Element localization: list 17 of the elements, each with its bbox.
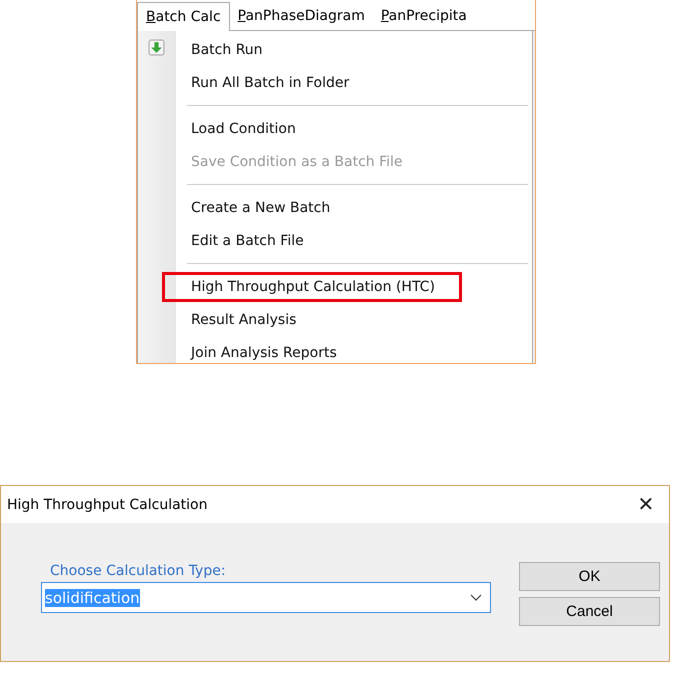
dialog-title: High Throughput Calculation bbox=[7, 496, 208, 512]
dialog-button[interactable]: Cancel bbox=[519, 597, 660, 626]
menu-item[interactable]: Batch Run bbox=[191, 38, 263, 62]
menu-item[interactable]: Join Analysis Reports bbox=[191, 340, 337, 363]
menu-item[interactable]: Run All Batch in Folder bbox=[191, 70, 350, 94]
menu-item[interactable]: Result Analysis bbox=[191, 308, 296, 332]
menu-tab[interactable]: PanPhaseDiagram bbox=[230, 2, 373, 30]
menu-item[interactable]: High Throughput Calculation (HTC) bbox=[165, 274, 459, 298]
menu-item[interactable]: Create a New Batch bbox=[191, 196, 330, 220]
menu-tab[interactable]: PanPrecipita bbox=[372, 2, 475, 30]
field-label: Choose Calculation Type: bbox=[50, 563, 227, 579]
menu-item[interactable]: Load Condition bbox=[191, 116, 296, 140]
menu-item[interactable]: Edit a Batch File bbox=[191, 228, 304, 252]
menu-tab[interactable]: Batch Calc bbox=[137, 2, 230, 31]
dialog-button[interactable]: OK bbox=[519, 562, 660, 591]
chevron-down-icon bbox=[470, 594, 482, 602]
close-button[interactable]: ✕ bbox=[623, 486, 669, 523]
